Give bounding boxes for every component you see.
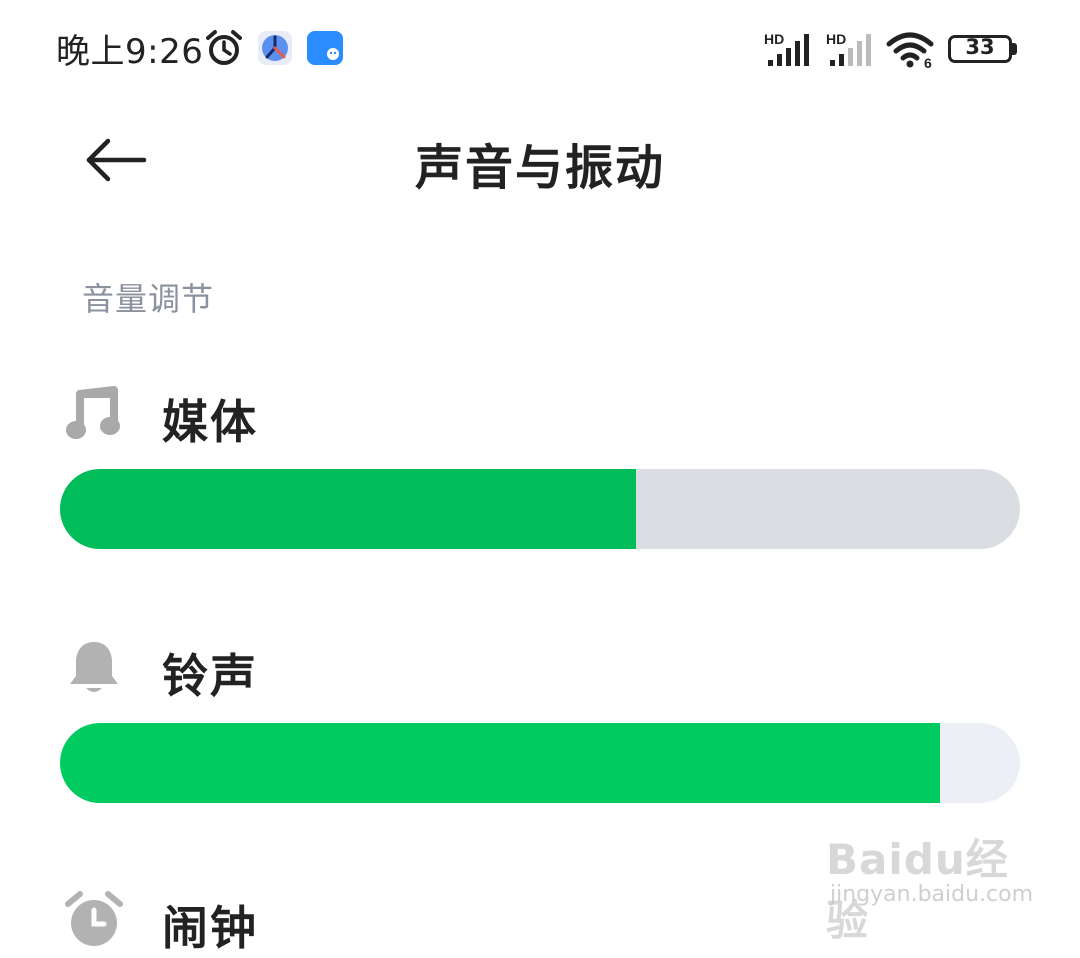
signal-hd-label: HD bbox=[826, 31, 846, 47]
music-note-icon bbox=[66, 386, 120, 439]
battery-level: 33 bbox=[965, 35, 995, 59]
alarm-clock-icon bbox=[206, 30, 242, 65]
volume-label-media: 媒体 bbox=[162, 395, 258, 449]
section-header-volume: 音量调节 bbox=[82, 280, 215, 318]
volume-label-alarm: 闹钟 bbox=[162, 901, 258, 955]
wifi-icon: 6 bbox=[886, 32, 934, 70]
cellular-signal-icon: HD bbox=[826, 31, 871, 66]
message-app-icon bbox=[307, 31, 343, 65]
signal-hd-label: HD bbox=[764, 31, 784, 47]
wifi-6-label: 6 bbox=[924, 55, 932, 70]
media-volume-slider[interactable] bbox=[60, 469, 1020, 549]
media-volume-fill bbox=[60, 469, 636, 549]
bell-icon bbox=[70, 642, 118, 692]
ringtone-volume-fill bbox=[60, 723, 941, 803]
alarm-clock-icon bbox=[65, 891, 123, 946]
app-notification-icon bbox=[258, 31, 292, 65]
ringtone-volume-slider[interactable] bbox=[60, 723, 1020, 803]
status-bar: 晚上9:26 HD HD 6 33 bbox=[0, 0, 1080, 100]
watermark-url: jingyan.baidu.com bbox=[830, 882, 1034, 907]
volume-label-ringtone: 铃声 bbox=[162, 649, 258, 703]
battery-cap bbox=[1012, 43, 1017, 55]
page-title: 声音与振动 bbox=[414, 140, 665, 196]
status-time: 晚上9:26 bbox=[56, 32, 204, 72]
baidu-jingyan-watermark: Baidu经验 jingyan.baidu.com bbox=[826, 812, 1033, 945]
cellular-signal-icon: HD bbox=[764, 31, 809, 66]
battery-icon: 33 bbox=[948, 35, 1012, 63]
